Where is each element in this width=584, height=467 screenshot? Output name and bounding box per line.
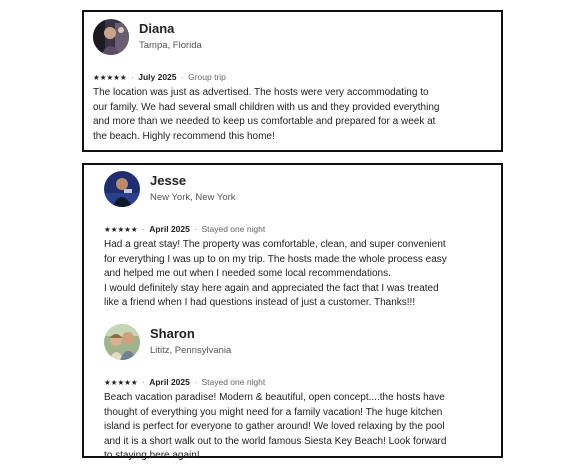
review-text: Had a great stay! The property was comfo…: [104, 239, 447, 308]
reviewer-location: New York, New York: [150, 192, 236, 203]
review-card: Diana Tampa, Florida ★★★★★ · July 2025 ·…: [82, 10, 503, 152]
review-text: Beach vacation paradise! Modern & beauti…: [104, 392, 447, 461]
separator: ·: [194, 377, 198, 387]
review-sharon: Sharon Lititz, Pennsylvania ★★★★★ · Apri…: [104, 324, 493, 464]
review-meta: ★★★★★ · April 2025 · Stayed one night: [104, 376, 493, 389]
avatar[interactable]: [93, 19, 129, 55]
separator: ·: [194, 224, 198, 234]
review-date: April 2025: [149, 224, 190, 234]
separator: ·: [142, 377, 145, 387]
review-card: Jesse New York, New York ★★★★★ · April 2…: [82, 163, 503, 461]
review-date: July 2025: [138, 72, 177, 82]
reviewer-header: Jesse New York, New York: [104, 171, 493, 209]
separator: ·: [131, 72, 134, 82]
reviewer-location: Tampa, Florida: [139, 40, 202, 51]
reviewer-header: Diana Tampa, Florida: [93, 19, 493, 57]
trip-type: Stayed one night: [201, 224, 266, 234]
review-text: The location was just as advertised. The…: [93, 87, 440, 142]
review-jesse: Jesse New York, New York ★★★★★ · April 2…: [104, 171, 493, 311]
review-date: April 2025: [149, 377, 190, 387]
avatar[interactable]: [104, 171, 140, 207]
trip-type: Group trip: [188, 72, 226, 82]
separator: ·: [180, 72, 184, 82]
star-rating-icon: ★★★★★: [104, 378, 138, 387]
reviewer-header: Sharon Lititz, Pennsylvania: [104, 324, 493, 362]
review-diana: Diana Tampa, Florida ★★★★★ · July 2025 ·…: [93, 19, 493, 144]
avatar[interactable]: [104, 324, 140, 360]
reviewer-name: Jesse: [150, 173, 187, 188]
separator: ·: [142, 224, 145, 234]
reviewer-location: Lititz, Pennsylvania: [150, 345, 232, 356]
star-rating-icon: ★★★★★: [104, 225, 138, 234]
star-rating-icon: ★★★★★: [93, 73, 127, 82]
reviewer-name: Diana: [139, 21, 175, 36]
trip-type: Stayed one night: [201, 377, 266, 387]
review-meta: ★★★★★ · July 2025 · Group trip: [93, 71, 493, 84]
review-meta: ★★★★★ · April 2025 · Stayed one night: [104, 223, 493, 236]
reviewer-name: Sharon: [150, 326, 195, 341]
